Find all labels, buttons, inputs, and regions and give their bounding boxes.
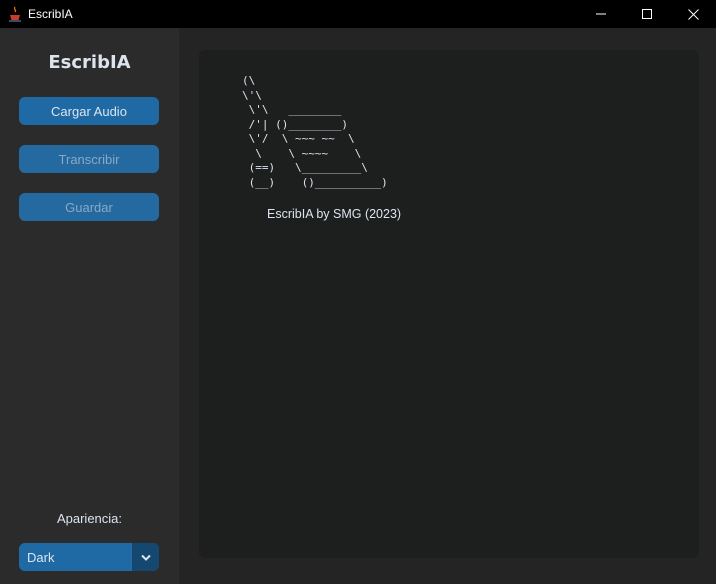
minimize-icon xyxy=(596,13,606,15)
appearance-select-value: Dark xyxy=(27,549,55,565)
sidebar: EscribIA Cargar Audio Transcribir Guarda… xyxy=(0,28,179,584)
app-logo: EscribIA xyxy=(48,52,131,73)
chevron-down-icon xyxy=(140,554,151,561)
maximize-button[interactable] xyxy=(624,0,670,28)
close-icon xyxy=(687,8,699,20)
ascii-art: (\ \'\ \'\ ________ /'| ()________) \'/ … xyxy=(242,74,388,189)
window-controls xyxy=(578,0,716,28)
appearance-select[interactable]: Dark xyxy=(19,543,159,571)
minimize-button[interactable] xyxy=(578,0,624,28)
save-button[interactable]: Guardar xyxy=(19,193,159,221)
appearance-label: Apariencia: xyxy=(56,511,123,526)
transcribe-button[interactable]: Transcribir xyxy=(19,145,159,173)
credit-text: EscribIA by SMG (2023) xyxy=(267,207,402,221)
title-bar: EscribIA xyxy=(0,0,716,28)
output-textbox[interactable]: (\ \'\ \'\ ________ /'| ()________) \'/ … xyxy=(199,50,699,558)
window-title: EscribIA xyxy=(28,7,73,21)
load-audio-button[interactable]: Cargar Audio xyxy=(19,97,159,125)
appearance-dropdown-button[interactable] xyxy=(131,543,159,571)
maximize-icon xyxy=(642,9,652,19)
close-button[interactable] xyxy=(670,0,716,28)
java-cup-icon xyxy=(9,6,21,22)
